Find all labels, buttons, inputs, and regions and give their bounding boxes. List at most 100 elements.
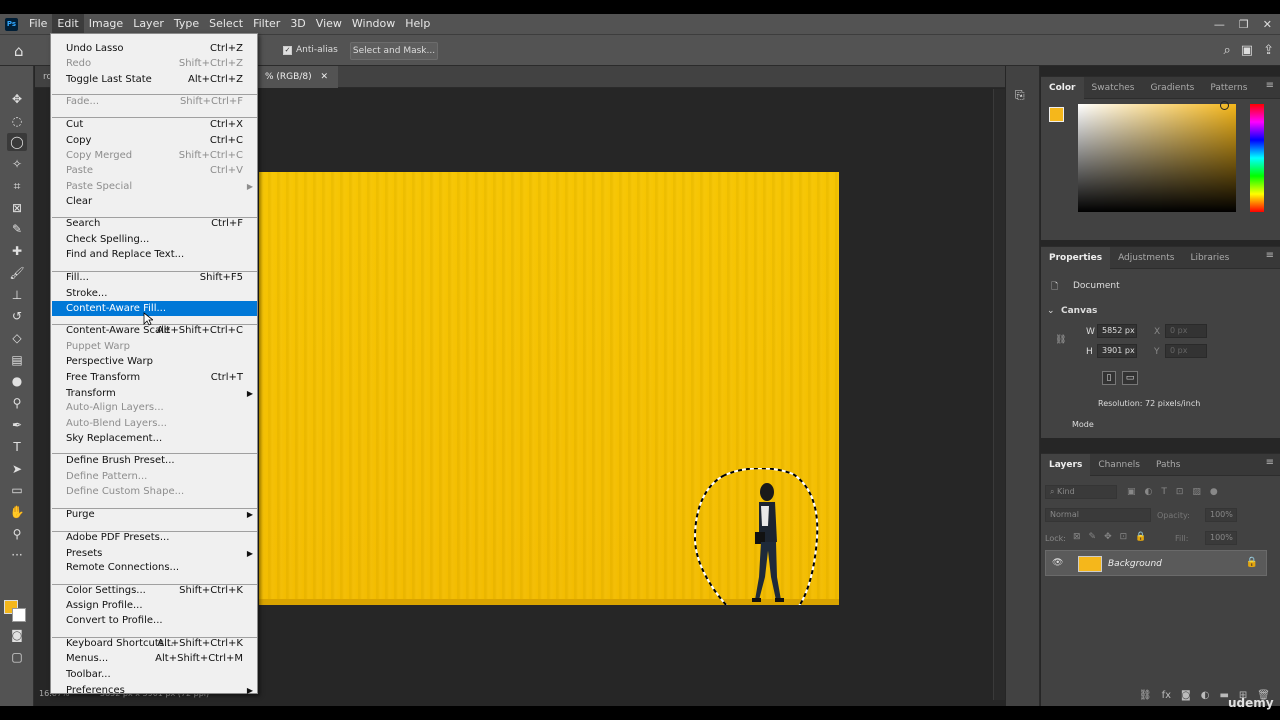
menu-item-fade[interactable]: Fade... Shift+Ctrl+F [52,94,257,109]
menu-item-define-pattern[interactable]: Define Pattern... [52,469,257,484]
close-tab-icon[interactable]: ✕ [320,72,328,82]
menu-3d[interactable]: 3D [285,14,310,34]
lock-icons[interactable]: ⊠✎✥⊡🔒 [1073,532,1154,542]
select-and-mask-button[interactable]: Select and Mask... [350,42,438,60]
menu-type[interactable]: Type [169,14,204,34]
height-field[interactable]: 3901 px [1097,344,1137,358]
magic-wand-tool-icon[interactable]: ✧ [7,155,27,173]
hand-tool-icon[interactable]: ✋ [7,503,27,521]
menu-item-convert-to-profile[interactable]: Convert to Profile... [52,613,257,628]
type-tool-icon[interactable]: T [7,438,27,456]
hue-slider[interactable] [1250,104,1264,212]
tab-gradients[interactable]: Gradients [1143,77,1203,99]
dodge-tool-icon[interactable]: ⚲ [7,394,27,412]
menu-item-define-brush-preset[interactable]: Define Brush Preset... [52,453,257,468]
healing-brush-tool-icon[interactable]: ✚ [7,242,27,260]
menu-item-copy[interactable]: Copy Ctrl+C [52,133,257,148]
menu-item-paste-special[interactable]: Paste Special ▶ [52,179,257,194]
rectangle-tool-icon[interactable]: ▭ [7,481,27,499]
menu-item-redo[interactable]: Redo Shift+Ctrl+Z [52,56,257,71]
gradient-tool-icon[interactable]: ▤ [7,351,27,369]
panel-menu-icon[interactable]: ≡ [1266,457,1274,468]
panel-menu-icon[interactable]: ≡ [1266,250,1274,261]
history-brush-tool-icon[interactable]: ↺ [7,307,27,325]
anti-alias-option[interactable]: ✓ Anti-alias [283,45,338,55]
menu-item-undo-lasso[interactable]: Undo Lasso Ctrl+Z [52,41,257,56]
fill-field[interactable]: 100% [1205,531,1237,545]
path-selection-tool-icon[interactable]: ➤ [7,460,27,478]
menu-file[interactable]: File [24,14,52,34]
frame-tool-icon[interactable]: ⊠ [7,199,27,217]
color-picker-marker[interactable] [1220,101,1229,110]
menu-item-stroke[interactable]: Stroke... [52,286,257,301]
menu-layer[interactable]: Layer [128,14,169,34]
clone-stamp-tool-icon[interactable]: ⊥ [7,286,27,304]
add-mask-icon[interactable]: ◙ [1181,690,1191,701]
y-field[interactable]: 0 px [1165,344,1207,358]
minimize-icon[interactable]: — [1214,18,1225,31]
menu-item-preferences[interactable]: Preferences ▶ [52,683,257,698]
menu-window[interactable]: Window [347,14,400,34]
tab-color[interactable]: Color [1041,76,1084,99]
menu-item-presets[interactable]: Presets ▶ [52,546,257,561]
menu-item-paste[interactable]: Paste Ctrl+V [52,163,257,178]
menu-item-puppet-warp[interactable]: Puppet Warp [52,339,257,354]
menu-item-free-transform[interactable]: Free Transform Ctrl+T [52,370,257,385]
menu-select[interactable]: Select [204,14,248,34]
tab-layers[interactable]: Layers [1041,453,1091,476]
tab-adjustments[interactable]: Adjustments [1110,247,1182,269]
menu-item-copy-merged[interactable]: Copy Merged Shift+Ctrl+C [52,148,257,163]
portrait-orientation-icon[interactable]: ▯ [1102,371,1116,385]
menu-item-find-and-replace-text[interactable]: Find and Replace Text... [52,247,257,262]
blur-tool-icon[interactable]: ● [7,372,27,390]
canvas-vertical-scrollbar[interactable] [993,89,1005,700]
width-field[interactable]: 5852 px [1097,324,1137,338]
tab-paths[interactable]: Paths [1148,454,1188,476]
menu-item-color-settings[interactable]: Color Settings... Shift+Ctrl+K [52,583,257,598]
share-icon[interactable]: ⇪ [1263,43,1274,58]
menu-item-toolbar[interactable]: Toolbar... [52,667,257,682]
zoom-tool-icon[interactable]: ⚲ [7,525,27,543]
lock-icon[interactable]: 🔒 [1246,557,1258,568]
link-layers-icon[interactable]: ⛓ [1139,690,1152,701]
tab-swatches[interactable]: Swatches [1084,77,1143,99]
menu-item-toggle-last-state[interactable]: Toggle Last State Alt+Ctrl+Z [52,72,257,87]
workspace-icon[interactable]: ▣ [1241,43,1253,58]
document-tab-active[interactable]: % (RGB/8) ✕ [255,66,339,88]
menu-item-auto-blend-layers[interactable]: Auto-Blend Layers... [52,416,257,431]
menu-item-content-aware-scale[interactable]: Content-Aware Scale Alt+Shift+Ctrl+C [52,323,257,338]
marquee-tool-icon[interactable]: ◌ [7,112,27,130]
link-icon[interactable]: ⛓ [1055,335,1066,345]
adjustment-layer-icon[interactable]: ◐ [1201,690,1210,701]
quick-mask-icon[interactable]: ◙ [7,626,27,644]
blend-mode-select[interactable]: Normal [1045,508,1151,522]
menu-view[interactable]: View [311,14,347,34]
fx-icon[interactable]: fx [1162,690,1171,701]
tab-libraries[interactable]: Libraries [1182,247,1237,269]
layer-filter-icons[interactable]: ▣◐T⊡▨● [1127,487,1227,497]
chevron-down-icon[interactable]: ⌄ [1047,306,1055,316]
menu-item-define-custom-shape[interactable]: Define Custom Shape... [52,484,257,499]
x-field[interactable]: 0 px [1165,324,1207,338]
layer-row-background[interactable]: 👁 Background 🔒 [1045,550,1267,576]
menu-item-assign-profile[interactable]: Assign Profile... [52,598,257,613]
tab-properties[interactable]: Properties [1041,246,1111,269]
opacity-field[interactable]: 100% [1205,508,1237,522]
more-tools-icon[interactable]: ··· [7,546,27,564]
eraser-tool-icon[interactable]: ◇ [7,329,27,347]
menu-item-fill[interactable]: Fill... Shift+F5 [52,270,257,285]
panel-foreground-swatch[interactable] [1049,107,1064,122]
visibility-eye-icon[interactable]: 👁 [1052,558,1063,568]
menu-item-keyboard-shortcuts[interactable]: Keyboard Shortcuts... Alt+Shift+Ctrl+K [52,636,257,651]
menu-item-remote-connections[interactable]: Remote Connections... [52,560,257,575]
menu-item-purge[interactable]: Purge ▶ [52,507,257,522]
menu-help[interactable]: Help [400,14,435,34]
brush-tool-icon[interactable]: 🖌 [7,264,27,282]
tab-channels[interactable]: Channels [1090,454,1148,476]
anti-alias-checkbox[interactable]: ✓ [283,45,292,55]
restore-icon[interactable]: ❐ [1239,18,1249,31]
menu-filter[interactable]: Filter [248,14,285,34]
pen-tool-icon[interactable]: ✒ [7,416,27,434]
menu-item-sky-replacement[interactable]: Sky Replacement... [52,431,257,446]
panel-menu-icon[interactable]: ≡ [1266,80,1274,91]
